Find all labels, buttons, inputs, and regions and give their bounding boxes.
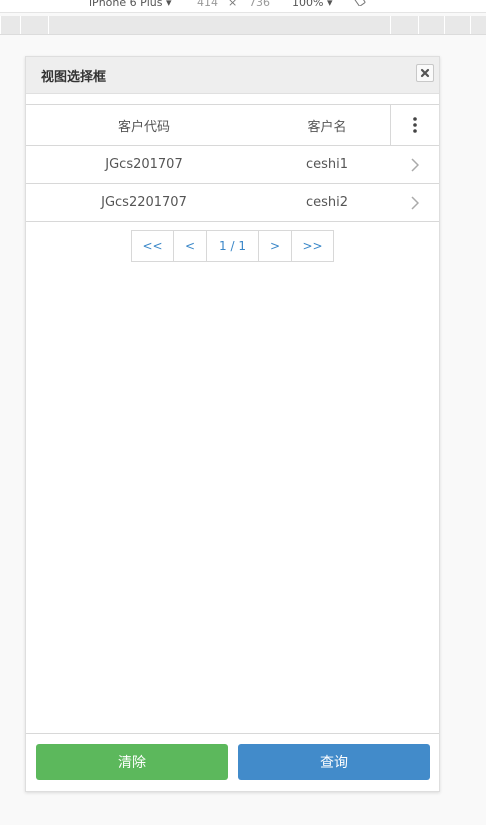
view-select-dialog: 视图选择框 客户代码 客户名 JGcs201707 ceshi1 JGcs220…	[25, 56, 440, 792]
customer-grid: 客户代码 客户名 JGcs201707 ceshi1 JGcs2201707 c…	[26, 104, 439, 222]
pagination: << < 1 / 1 > >>	[131, 230, 334, 262]
table-row[interactable]: JGcs201707 ceshi1	[26, 146, 439, 184]
cell-customer-code: JGcs2201707	[101, 195, 187, 210]
device-select[interactable]: iPhone 6 Plus ▾	[89, 0, 172, 9]
viewport-width[interactable]: 414	[197, 0, 218, 9]
first-page-button[interactable]: <<	[132, 231, 174, 261]
zoom-select[interactable]: 100% ▾	[292, 0, 332, 9]
devtools-toolbar: iPhone 6 Plus ▾ 414 × 736 100% ▾	[0, 0, 486, 13]
dialog-header: 视图选择框	[26, 57, 439, 94]
clear-button[interactable]: 清除	[36, 744, 228, 780]
close-button[interactable]	[416, 64, 434, 82]
close-icon	[420, 68, 430, 78]
row-detail-button[interactable]	[391, 146, 439, 183]
prev-page-button[interactable]: <	[174, 231, 207, 261]
chevron-right-icon	[411, 157, 419, 172]
table-row[interactable]: JGcs2201707 ceshi2	[26, 184, 439, 222]
cell-customer-name: ceshi1	[305, 157, 349, 172]
cell-customer-name: ceshi2	[305, 195, 349, 210]
grid-header: 客户代码 客户名	[26, 104, 439, 146]
rotate-icon[interactable]	[353, 0, 366, 7]
dialog-title: 视图选择框	[41, 70, 107, 85]
media-query-ruler	[0, 16, 486, 35]
dimension-separator: ×	[228, 0, 238, 9]
header-customer-name[interactable]: 客户名	[262, 105, 392, 145]
dialog-footer: 清除 查询	[26, 733, 439, 791]
last-page-button[interactable]: >>	[292, 231, 333, 261]
cell-customer-code: JGcs201707	[105, 157, 183, 172]
more-vertical-icon	[413, 117, 417, 133]
chevron-right-icon	[411, 195, 419, 210]
next-page-button[interactable]: >	[259, 231, 292, 261]
header-customer-code[interactable]: 客户代码	[26, 105, 262, 145]
row-detail-button[interactable]	[391, 184, 439, 221]
viewport-height[interactable]: 736	[249, 0, 270, 9]
page-indicator: 1 / 1	[207, 231, 259, 261]
column-menu-button[interactable]	[390, 105, 439, 145]
query-button[interactable]: 查询	[238, 744, 430, 780]
